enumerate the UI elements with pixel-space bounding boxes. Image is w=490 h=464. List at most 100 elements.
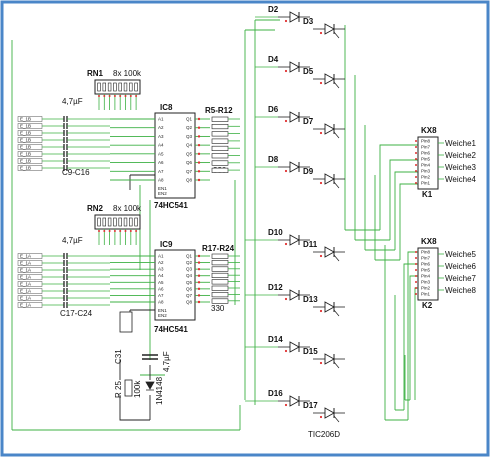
k-bottom-label: K2 (422, 301, 433, 310)
weiche-label: Weiche4 (445, 175, 477, 184)
input-capacitor (63, 260, 68, 266)
connector-pin-label: Pin1 (421, 292, 431, 297)
ic8-type: 74HC541 (154, 201, 188, 210)
connector-pin-marker (415, 281, 417, 283)
rn-leg-marker (135, 95, 138, 97)
diode-marker (319, 415, 323, 419)
diode-triangle (289, 111, 300, 123)
rn2-body (94, 214, 141, 230)
diode-marker (319, 131, 323, 135)
rn2-label: RN2 (87, 204, 104, 213)
series-resistor (211, 153, 229, 159)
diode-label: 1N4148 (155, 376, 164, 405)
r25-value: 100k (133, 380, 142, 398)
diode-label: D14 (268, 335, 283, 344)
diode-marker (284, 19, 288, 23)
series-resistor (211, 279, 229, 285)
weiche-label: Weiche7 (445, 274, 477, 283)
diode-marker (319, 81, 323, 85)
diode-label: D10 (268, 228, 283, 237)
input-capacitor (63, 288, 68, 294)
ic-pin-right: Q3 (186, 134, 193, 139)
connector-pin-marker (415, 182, 417, 184)
c31-label: C31 (114, 349, 123, 364)
diode-triangle (324, 23, 335, 35)
schematic-canvas: IC8 74HC541 A1 Q1 A2 Q2 A3 Q3 A4 Q4 A5 Q5 A6 Q6 A7 Q7… (0, 0, 490, 457)
input-capacitor (63, 158, 68, 164)
connector-pin-marker (415, 146, 417, 148)
connector-pin-marker (415, 140, 417, 142)
ic-pin-left: A5 (158, 151, 164, 156)
series-resistor (211, 266, 229, 272)
thyristor-gate (333, 254, 340, 262)
ic-pin-left: A3 (158, 267, 164, 272)
rn-resistor (129, 82, 133, 92)
rn-resistor (97, 82, 101, 92)
diode-triangle (289, 234, 300, 246)
connector-pin-label: Pin8 (421, 139, 431, 144)
input-tag-text: E_1B (20, 159, 31, 164)
ic-pin-right: Q4 (186, 143, 193, 148)
diode-marker (284, 69, 288, 73)
rn2-value: 8x 100k (113, 204, 142, 213)
diode-label: D17 (303, 401, 318, 410)
ic-pin-left: A7 (158, 169, 164, 174)
input-capacitor (63, 151, 68, 157)
resistors-top: R5-R12 330 (205, 106, 240, 175)
ic-out-marker (197, 261, 201, 264)
diode-label: D15 (303, 347, 318, 356)
diode-symbol (145, 381, 155, 391)
series-resistor (211, 131, 229, 137)
r-bottom-label: R17-R24 (202, 244, 235, 253)
cap-bottom-label: 4,7µF (62, 236, 83, 245)
ic-pin-left: A4 (158, 273, 164, 278)
rn-leg-marker (98, 230, 100, 232)
ic-pin-left: A7 (158, 293, 164, 298)
input-capacitor (63, 295, 68, 301)
diode-label: D4 (268, 55, 279, 64)
reset-switch (119, 311, 133, 333)
input-tag-text: E_1A (20, 275, 31, 280)
thyristor-gate (333, 361, 340, 369)
series-resistor (211, 298, 229, 304)
series-resistor (211, 160, 229, 166)
input-tag-text: E_1B (20, 124, 31, 129)
rn-leg-marker (119, 230, 122, 232)
ic-pin-right: Q5 (186, 151, 193, 156)
r25-body (124, 379, 133, 397)
connector-pin-label: Pin1 (421, 181, 431, 186)
c-group-top-label: C9-C16 (62, 168, 90, 177)
connector-pin-label: Pin6 (421, 262, 431, 267)
ic-pin-right: Q1 (186, 117, 193, 122)
diode-marker (284, 349, 288, 353)
input-capacitor (63, 144, 68, 150)
series-resistor (211, 272, 229, 279)
series-resistor (211, 167, 229, 173)
diode-triangle (324, 173, 335, 185)
connector-pin-marker (415, 158, 417, 160)
ic-pin-right: Q2 (186, 260, 193, 265)
weiche-label: Weiche5 (445, 250, 477, 259)
series-resistor (211, 145, 229, 151)
rn-resistor (129, 217, 133, 227)
c-group-bottom-label: C17-C24 (60, 309, 93, 318)
ic-pin-left: A2 (158, 260, 164, 265)
connector-pin-label: Pin4 (421, 274, 431, 279)
ic-pin-right: Q8 (186, 300, 193, 305)
rn-leg-marker (108, 95, 111, 97)
ic9-type: 74HC541 (154, 325, 188, 334)
diode-triangle (289, 395, 300, 407)
input-bank-bottom: 4,7µF C17-C24 E_1AE_1AE_1AE_1AE_1AE_1AE_… (17, 236, 110, 318)
ic-out-marker (197, 267, 201, 271)
input-tag-text: E_1B (20, 131, 31, 136)
diode-label: D13 (303, 295, 318, 304)
connector-pin-marker (415, 257, 417, 259)
input-capacitor (63, 267, 68, 273)
connector-pin-marker (415, 170, 417, 172)
input-capacitor (63, 137, 68, 143)
connector-pin-label: Pin6 (421, 151, 431, 156)
conn-top-pins: Pin8Pin7Pin6Pin5Pin4Pin3Pin2Pin1 (415, 139, 431, 186)
thyristor-gate (333, 131, 340, 139)
ic-out-marker (197, 300, 201, 304)
thyristor-gate (333, 181, 340, 189)
